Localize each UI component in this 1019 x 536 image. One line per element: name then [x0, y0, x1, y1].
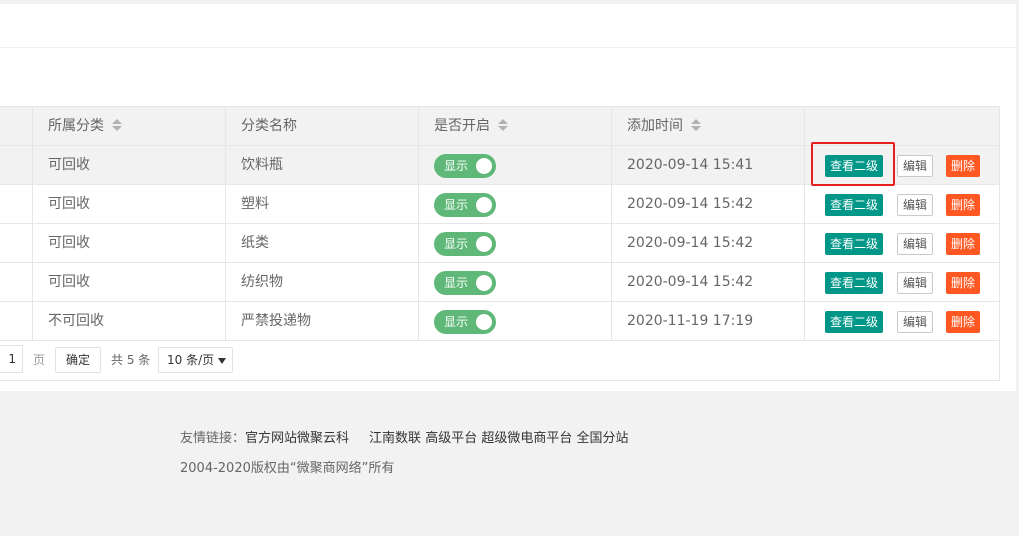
delete-button[interactable]: 删除 — [946, 155, 980, 177]
toggle-knob — [476, 275, 492, 291]
total-count: 共 5 条 — [111, 353, 151, 367]
table-row: 可回收 塑料 显示 2020-09-14 15:42 查看二级 编辑 删除 — [0, 185, 999, 224]
row-cell — [0, 185, 33, 223]
row-enabled: 显示 — [419, 224, 612, 262]
display-toggle[interactable]: 显示 — [434, 193, 496, 217]
toggle-knob — [476, 314, 492, 330]
row-category: 可回收 — [33, 263, 226, 301]
footer-link[interactable]: 全国分站 — [577, 431, 629, 446]
header-cell-checkbox — [0, 107, 33, 146]
footer-link[interactable]: 超级微电商平台 — [481, 431, 572, 446]
footer-link[interactable]: 官方网站微聚云科 — [245, 431, 349, 446]
row-cell — [0, 263, 33, 301]
copyright: 2004-2020版权由“微聚商网络”所有 — [180, 461, 395, 476]
sort-icon[interactable] — [112, 118, 122, 132]
links-label: 友情链接： — [180, 431, 246, 446]
row-category: 可回收 — [33, 224, 226, 262]
row-enabled: 显示 — [419, 302, 612, 340]
row-cell — [0, 146, 33, 184]
row-actions: 查看二级 编辑 删除 — [805, 224, 999, 262]
row-enabled: 显示 — [419, 185, 612, 223]
row-name: 纸类 — [226, 224, 419, 262]
edit-button[interactable]: 编辑 — [897, 272, 933, 294]
toggle-knob — [476, 197, 492, 213]
friend-links: 友情链接：官方网站微聚云科 江南数联 高级平台 超级微电商平台 全国分站 — [180, 427, 629, 446]
page-unit-label: 页 — [33, 353, 46, 367]
row-time: 2020-09-14 15:42 — [612, 263, 805, 301]
toggle-knob — [476, 158, 492, 174]
row-time: 2020-09-14 15:41 — [612, 146, 805, 184]
row-cell — [0, 302, 33, 340]
row-time: 2020-09-14 15:42 — [612, 224, 805, 262]
header-category[interactable]: 所属分类 — [33, 107, 226, 146]
view-subcategory-button[interactable]: 查看二级 — [825, 233, 883, 255]
sort-icon[interactable] — [498, 118, 508, 132]
toggle-knob — [476, 236, 492, 252]
edit-button[interactable]: 编辑 — [897, 194, 933, 216]
delete-button[interactable]: 删除 — [946, 194, 980, 216]
display-toggle[interactable]: 显示 — [434, 310, 496, 334]
row-cell — [0, 224, 33, 262]
view-subcategory-button[interactable]: 查看二级 — [825, 272, 883, 294]
highlight-box — [811, 142, 895, 186]
table-row: 可回收 纺织物 显示 2020-09-14 15:42 查看二级 编辑 删除 — [0, 263, 999, 302]
sort-icon[interactable] — [691, 118, 701, 132]
row-category: 不可回收 — [33, 302, 226, 340]
row-category: 可回收 — [33, 185, 226, 223]
header-enabled[interactable]: 是否开启 — [419, 107, 612, 146]
row-actions: 查看二级 编辑 删除 — [805, 302, 999, 340]
edit-button[interactable]: 编辑 — [897, 233, 933, 255]
row-time: 2020-09-14 15:42 — [612, 185, 805, 223]
header-actions — [805, 107, 999, 146]
row-name: 严禁投递物 — [226, 302, 419, 340]
table-header: 所属分类 分类名称 是否开启 添加时间 — [0, 107, 999, 146]
row-time: 2020-11-19 17:19 — [612, 302, 805, 340]
page-confirm-button[interactable]: 确定 — [55, 347, 101, 373]
page-size-select[interactable]: 10 条/页 — [158, 347, 233, 373]
row-actions: 查看二级 编辑 删除 — [805, 263, 999, 301]
card-header — [0, 4, 1016, 48]
view-subcategory-button[interactable]: 查看二级 — [825, 311, 883, 333]
table-row: 可回收 纸类 显示 2020-09-14 15:42 查看二级 编辑 删除 — [0, 224, 999, 263]
delete-button[interactable]: 删除 — [946, 311, 980, 333]
row-name: 塑料 — [226, 185, 419, 223]
header-name: 分类名称 — [226, 107, 419, 146]
delete-button[interactable]: 删除 — [946, 233, 980, 255]
row-name: 纺织物 — [226, 263, 419, 301]
display-toggle[interactable]: 显示 — [434, 271, 496, 295]
edit-button[interactable]: 编辑 — [897, 311, 933, 333]
delete-button[interactable]: 删除 — [946, 272, 980, 294]
chevron-down-icon — [218, 358, 226, 364]
footer-link[interactable]: 高级平台 — [425, 431, 477, 446]
footer-link[interactable]: 江南数联 — [369, 431, 421, 446]
display-toggle[interactable]: 显示 — [434, 154, 496, 178]
row-actions: 查看二级 编辑 删除 — [805, 185, 999, 223]
row-enabled: 显示 — [419, 263, 612, 301]
row-name: 饮料瓶 — [226, 146, 419, 184]
row-enabled: 显示 — [419, 146, 612, 184]
table-row: 不可回收 严禁投递物 显示 2020-11-19 17:19 查看二级 编辑 删… — [0, 302, 999, 341]
header-added-time[interactable]: 添加时间 — [612, 107, 805, 146]
page-number-input[interactable]: 1 — [0, 345, 23, 373]
display-toggle[interactable]: 显示 — [434, 232, 496, 256]
edit-button[interactable]: 编辑 — [897, 155, 933, 177]
view-subcategory-button[interactable]: 查看二级 — [825, 194, 883, 216]
row-category: 可回收 — [33, 146, 226, 184]
